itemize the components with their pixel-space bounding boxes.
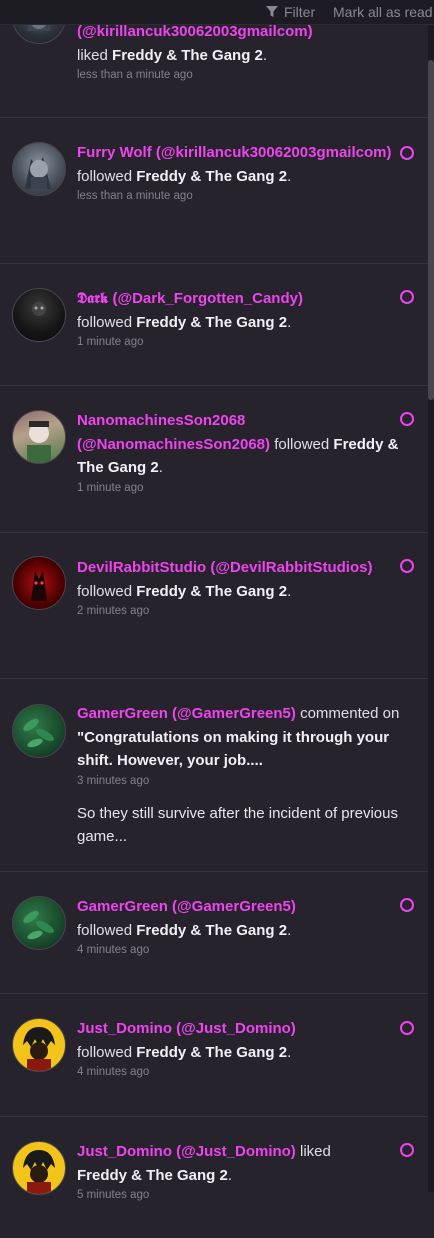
notification-time: less than a minute ago <box>77 69 193 81</box>
notification-text: Furry Wolf (@kirillancuk30062003gmailcom… <box>77 141 407 205</box>
notification-target[interactable]: Freddy & The Gang 2 <box>136 314 287 331</box>
notification-user[interactable]: (@kirillancuk30062003gmailcom) <box>77 23 313 40</box>
notification-time: 1 minute ago <box>77 336 144 348</box>
notification-target[interactable]: Freddy & The Gang 2 <box>136 583 287 600</box>
notification-action: followed <box>274 435 330 453</box>
notification-action: followed <box>77 921 133 939</box>
scrollbar-thumb[interactable] <box>428 60 434 400</box>
notification-item[interactable]: GamerGreen (@GamerGreen5) commented on "… <box>0 679 428 872</box>
notification-target[interactable]: "Congratulations on making it through yo… <box>77 729 389 770</box>
notification-action: followed <box>77 1043 133 1061</box>
devil-rabbit-avatar-icon <box>31 571 47 601</box>
notification-action: liked <box>77 46 108 64</box>
notification-action: commented on <box>300 705 400 722</box>
period: . <box>158 459 163 476</box>
filter-button[interactable]: Filter <box>266 4 315 20</box>
avatar[interactable] <box>12 142 66 196</box>
period: . <box>287 582 292 600</box>
notification-text: GamerGreen (@GamerGreen5) followed Fredd… <box>77 895 407 959</box>
nanomachines-avatar-icon <box>27 421 51 463</box>
period: . <box>227 1166 233 1184</box>
notification-target[interactable]: Freddy & The Gang 2 <box>136 1044 287 1061</box>
notification-item[interactable]: GamerGreen (@GamerGreen5) followed Fredd… <box>0 872 428 994</box>
notification-item[interactable]: Furry Wolf (@kirillancuk30062003gmailcom… <box>0 118 428 264</box>
notification-user[interactable]: Just_Domino (@Just_Domino) <box>77 1143 296 1160</box>
notification-action: liked <box>299 1143 331 1160</box>
notification-user[interactable]: 𝕯𝖆𝖗𝖐 (@Dark_Forgotten_Candy) <box>77 290 303 307</box>
notification-time: 4 minutes ago <box>77 944 150 956</box>
notification-action: followed <box>77 582 133 600</box>
notification-time: 1 minute ago <box>77 481 144 494</box>
notification-user[interactable]: Furry Wolf (@kirillancuk30062003gmailcom… <box>77 144 391 161</box>
filter-icon <box>266 6 278 17</box>
notification-time: 5 minutes ago <box>77 1189 150 1201</box>
notification-action: followed <box>77 167 133 185</box>
notification-item[interactable]: DevilRabbitStudio (@DevilRabbitStudios) … <box>0 533 428 679</box>
avatar[interactable] <box>12 1141 66 1195</box>
notification-text: (@kirillancuk30062003gmailcom) liked Fre… <box>77 20 407 84</box>
notification-time: 3 minutes ago <box>77 774 150 787</box>
avatar[interactable] <box>12 288 66 342</box>
avatar[interactable] <box>12 556 66 610</box>
notification-text: GamerGreen (@GamerGreen5) commented on "… <box>77 702 407 849</box>
wolf-avatar-icon <box>25 157 51 189</box>
notification-time: 2 minutes ago <box>77 605 150 617</box>
notification-item[interactable]: 𝕯𝖆𝖗𝖐 (@Dark_Forgotten_Candy) followed Fr… <box>0 264 428 386</box>
period: . <box>287 167 292 185</box>
notification-text: DevilRabbitStudio (@DevilRabbitStudios) … <box>77 556 407 620</box>
notification-action: followed <box>77 313 133 331</box>
period: . <box>287 313 292 331</box>
notification-user[interactable]: NanomachinesSon2068 (@NanomachinesSon206… <box>77 412 270 453</box>
notification-item[interactable]: Just_Domino (@Just_Domino) followed Fred… <box>0 994 428 1117</box>
notification-target[interactable]: Freddy & The Gang 2 <box>136 168 287 185</box>
notification-time: 4 minutes ago <box>77 1066 150 1078</box>
notification-user[interactable]: GamerGreen (@GamerGreen5) <box>77 705 296 722</box>
filter-label: Filter <box>284 4 316 20</box>
notification-item[interactable]: Just_Domino (@Just_Domino) liked Freddy … <box>0 1117 428 1238</box>
dark-avatar-icon <box>32 302 46 316</box>
leaf-avatar-icon <box>23 910 54 940</box>
notification-user[interactable]: Just_Domino (@Just_Domino) <box>77 1020 296 1037</box>
domino-avatar-icon <box>23 1027 55 1071</box>
mark-all-read-button[interactable]: Mark all as read <box>333 4 433 20</box>
avatar[interactable] <box>12 896 66 950</box>
leaf-avatar-icon <box>23 718 54 748</box>
notification-target[interactable]: Freddy & The Gang 2 <box>77 1167 228 1184</box>
avatar[interactable] <box>12 410 66 464</box>
notification-text: 𝕯𝖆𝖗𝖐 (@Dark_Forgotten_Candy) followed Fr… <box>77 287 407 351</box>
notification-user[interactable]: GamerGreen (@GamerGreen5) <box>77 898 296 915</box>
comment-preview: So they still survive after the incident… <box>77 804 398 846</box>
notification-target[interactable]: Freddy & The Gang 2 <box>136 922 287 939</box>
notification-item[interactable]: NanomachinesSon2068 (@NanomachinesSon206… <box>0 386 428 533</box>
period: . <box>287 921 292 939</box>
notification-text: Just_Domino (@Just_Domino) liked Freddy … <box>77 1140 407 1204</box>
avatar[interactable] <box>12 1018 66 1072</box>
period: . <box>287 1043 292 1061</box>
notification-user[interactable]: DevilRabbitStudio (@DevilRabbitStudios) <box>77 559 372 576</box>
avatar[interactable] <box>12 704 66 758</box>
notification-time: less than a minute ago <box>77 190 193 202</box>
notification-toolbar: Filter Mark all as read <box>0 0 434 25</box>
notification-text: NanomachinesSon2068 (@NanomachinesSon206… <box>77 409 407 497</box>
notification-text: Just_Domino (@Just_Domino) followed Fred… <box>77 1017 407 1081</box>
notification-target[interactable]: Freddy & The Gang 2 <box>112 47 263 64</box>
period: . <box>262 46 268 64</box>
domino-avatar-icon <box>23 1150 55 1194</box>
